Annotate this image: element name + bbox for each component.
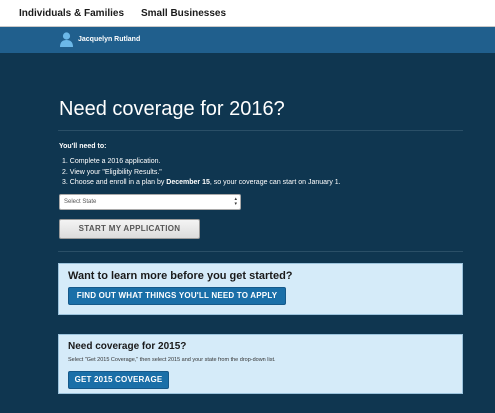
coverage-2015-card: Need coverage for 2015? Select "Get 2015… <box>58 334 463 394</box>
state-select-value: Select State <box>64 199 97 205</box>
deadline-date: December 15 <box>166 179 210 186</box>
user-icon <box>60 32 73 47</box>
step-item: 3. Choose and enroll in a plan by Decemb… <box>62 178 341 189</box>
nav-link-individuals-families[interactable]: Individuals & Families <box>19 8 124 19</box>
step-text: , so your coverage can start on January … <box>209 179 341 186</box>
select-arrows-icon: ▴ ▾ <box>234 196 237 207</box>
start-application-button[interactable]: START MY APPLICATION <box>59 219 200 239</box>
main-content: Need coverage for 2016? You'll need to: … <box>0 53 495 413</box>
user-bar: Jacquelyn Rutland <box>0 27 495 53</box>
step-item: 1. Complete a 2016 application. <box>62 158 161 165</box>
nav-link-small-businesses[interactable]: Small Businesses <box>141 8 226 19</box>
divider <box>58 130 463 131</box>
requirements-list: 1. Complete a 2016 application. 2. View … <box>62 157 341 189</box>
get-2015-coverage-button[interactable]: GET 2015 COVERAGE <box>68 371 169 389</box>
page-title: Need coverage for 2016? <box>59 98 285 120</box>
state-select[interactable]: Select State ▴ ▾ <box>59 194 241 210</box>
find-out-button[interactable]: FIND OUT WHAT THINGS YOU'LL NEED TO APPL… <box>68 287 286 305</box>
divider <box>58 251 463 252</box>
learn-more-title: Want to learn more before you get starte… <box>68 270 293 282</box>
requirements-heading: You'll need to: <box>59 143 107 150</box>
coverage-2015-title: Need coverage for 2015? <box>68 341 187 352</box>
step-item: 2. View your "Eligibility Results." <box>62 168 162 176</box>
learn-more-card: Want to learn more before you get starte… <box>58 263 463 315</box>
top-navigation: Individuals & Families Small Businesses <box>0 0 495 27</box>
user-name[interactable]: Jacquelyn Rutland <box>78 36 140 43</box>
step-text: 3. Choose and enroll in a plan by <box>62 179 167 186</box>
coverage-2015-description: Select "Get 2015 Coverage," then select … <box>68 357 276 363</box>
